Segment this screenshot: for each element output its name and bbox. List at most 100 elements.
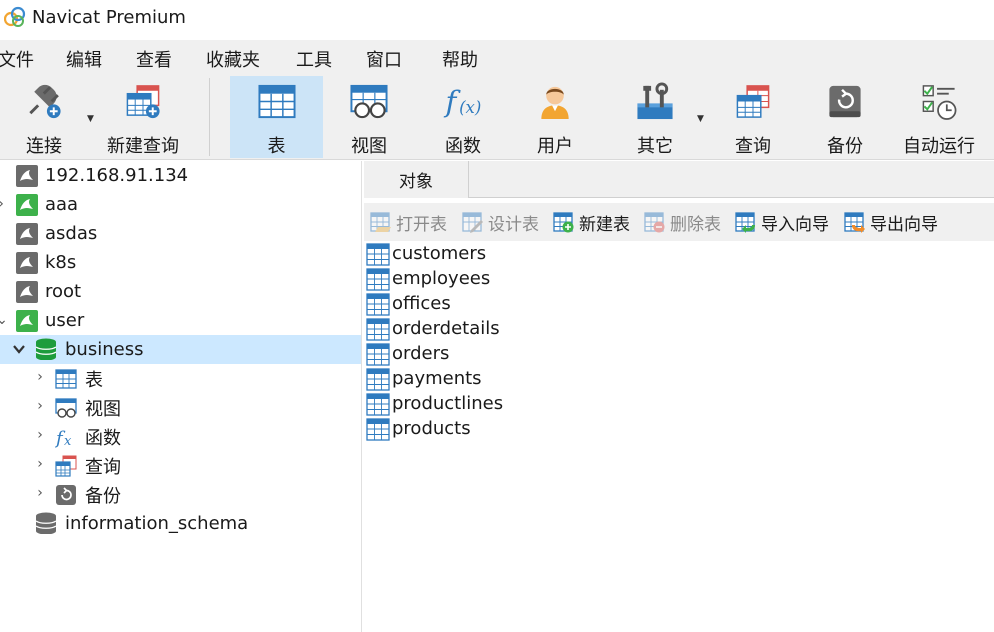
chevron-down-icon[interactable]	[12, 343, 26, 355]
tab-objects-label: 对象	[399, 172, 433, 192]
chevron-right-icon[interactable]: ›	[34, 427, 46, 443]
list-item[interactable]: orderdetails	[366, 316, 500, 341]
new-table-button[interactable]: 新建表	[553, 209, 630, 235]
tree-item-queries[interactable]: › 查询	[0, 451, 361, 480]
backup-button[interactable]: 备份	[806, 76, 884, 158]
export-wizard-icon	[844, 212, 865, 233]
function-fx-icon: f (x)	[443, 84, 481, 118]
tree-item-backups[interactable]: › 备份	[0, 480, 361, 509]
list-item[interactable]: customers	[366, 241, 486, 266]
menu-view[interactable]: 查看	[136, 46, 172, 72]
navicat-logo-icon	[4, 6, 26, 27]
menu-help[interactable]: 帮助	[442, 46, 478, 72]
tree-item-connection[interactable]: 192.168.91.134	[0, 161, 361, 190]
mysql-connection-disconnected-icon	[16, 251, 38, 274]
connection-plug-icon	[29, 84, 61, 119]
import-wizard-button[interactable]: 导入向导	[735, 209, 829, 235]
database-gray-icon	[35, 512, 57, 534]
list-item[interactable]: products	[366, 416, 471, 441]
open-table-label: 打开表	[396, 214, 447, 235]
auto-run-icon	[922, 85, 957, 120]
table-icon	[366, 242, 390, 266]
title-bar: Navicat Premium	[0, 0, 994, 38]
others-dropdown-icon[interactable]: ▼	[697, 114, 704, 124]
new-table-icon	[553, 212, 574, 233]
chevron-right-icon[interactable]: ›	[34, 398, 46, 414]
connection-dropdown-icon[interactable]: ▼	[87, 114, 94, 124]
design-table-button[interactable]: 设计表	[462, 209, 539, 235]
list-item[interactable]: offices	[366, 291, 451, 316]
functions-button[interactable]: f (x) 函数	[424, 76, 502, 158]
chevron-right-icon[interactable]: ›	[0, 196, 7, 212]
menu-edit[interactable]: 编辑	[66, 46, 102, 72]
chevron-right-icon[interactable]: ›	[34, 485, 46, 501]
tree-item-connection[interactable]: root	[0, 277, 361, 306]
tables-button-label: 表	[267, 136, 286, 157]
tab-objects[interactable]: 对象	[364, 161, 469, 198]
tree-item-functions[interactable]: › f x 函数	[0, 422, 361, 451]
chevron-right-icon[interactable]: ›	[34, 369, 46, 385]
tables-button[interactable]: 表	[230, 76, 323, 158]
list-item[interactable]: productlines	[366, 391, 503, 416]
tree-item-connection[interactable]: ⌄ user	[0, 306, 361, 335]
table-name: orders	[392, 343, 450, 364]
new-query-button[interactable]: 新建查询	[104, 76, 182, 158]
menu-file[interactable]: 文件	[0, 46, 34, 72]
others-button-label: 其它	[637, 136, 673, 157]
mysql-connection-connected-icon	[16, 309, 38, 332]
open-table-button[interactable]: 打开表	[370, 209, 447, 235]
toolbar-separator	[209, 78, 210, 156]
list-item[interactable]: payments	[366, 366, 482, 391]
tree-item-database[interactable]: business	[0, 335, 361, 364]
users-button-label: 用户	[537, 136, 573, 157]
svg-text:(x): (x)	[459, 98, 481, 117]
tree-item-label: user	[45, 310, 85, 331]
user-icon	[541, 86, 569, 120]
mysql-connection-disconnected-icon	[16, 280, 38, 303]
list-item[interactable]: orders	[366, 341, 449, 366]
views-button[interactable]: 视图	[330, 76, 408, 158]
tree-item-views[interactable]: › 视图	[0, 393, 361, 422]
mysql-connection-disconnected-icon	[16, 222, 38, 245]
table-icon	[366, 392, 390, 416]
chevron-down-icon[interactable]: ⌄	[0, 312, 8, 328]
window-title: Navicat Premium	[32, 7, 186, 28]
menu-tools[interactable]: 工具	[296, 46, 332, 72]
design-table-label: 设计表	[488, 214, 539, 235]
others-button[interactable]: 其它	[616, 76, 694, 158]
tree-item-label: 表	[85, 369, 103, 391]
users-button[interactable]: 用户	[516, 76, 594, 158]
delete-table-label: 删除表	[670, 214, 721, 235]
query-icon	[55, 455, 77, 477]
table-icon	[366, 417, 390, 441]
query-icon	[736, 85, 770, 118]
connection-button[interactable]: 连接	[8, 76, 80, 158]
mysql-connection-connected-icon	[16, 193, 38, 216]
tools-icon	[637, 82, 673, 120]
tab-strip: 对象	[364, 161, 994, 198]
menu-favorites[interactable]: 收藏夹	[206, 46, 260, 72]
chevron-right-icon[interactable]: ›	[34, 456, 46, 472]
auto-run-button[interactable]: 自动运行	[896, 76, 982, 158]
tree-item-connection[interactable]: k8s	[0, 248, 361, 277]
menu-window[interactable]: 窗口	[366, 46, 402, 72]
tree-item-database[interactable]: information_schema	[0, 509, 361, 538]
mysql-connection-disconnected-icon	[16, 164, 38, 187]
export-wizard-button[interactable]: 导出向导	[844, 209, 938, 235]
tree-item-tables[interactable]: › 表	[0, 364, 361, 393]
table-name: products	[392, 418, 471, 439]
tree-item-connection[interactable]: asdas	[0, 219, 361, 248]
queries-button[interactable]: 查询	[714, 76, 792, 158]
delete-table-button[interactable]: 删除表	[644, 209, 721, 235]
connection-tree: 192.168.91.134 › aaa asdas k8s root	[0, 161, 362, 632]
tree-item-connection[interactable]: › aaa	[0, 190, 361, 219]
import-wizard-icon	[735, 212, 755, 233]
table-name: employees	[392, 268, 491, 289]
table-icon	[366, 292, 390, 316]
delete-table-icon	[644, 212, 665, 233]
database-green-icon	[35, 338, 57, 360]
list-item[interactable]: employees	[366, 266, 490, 291]
main-toolbar: 连接 ▼ 新建查询 表 视图 f (x) 函数 用户 其它 ▼ 查询 备份 自动…	[0, 74, 994, 160]
tree-item-label: business	[65, 339, 144, 360]
tree-item-label: 备份	[85, 485, 121, 507]
